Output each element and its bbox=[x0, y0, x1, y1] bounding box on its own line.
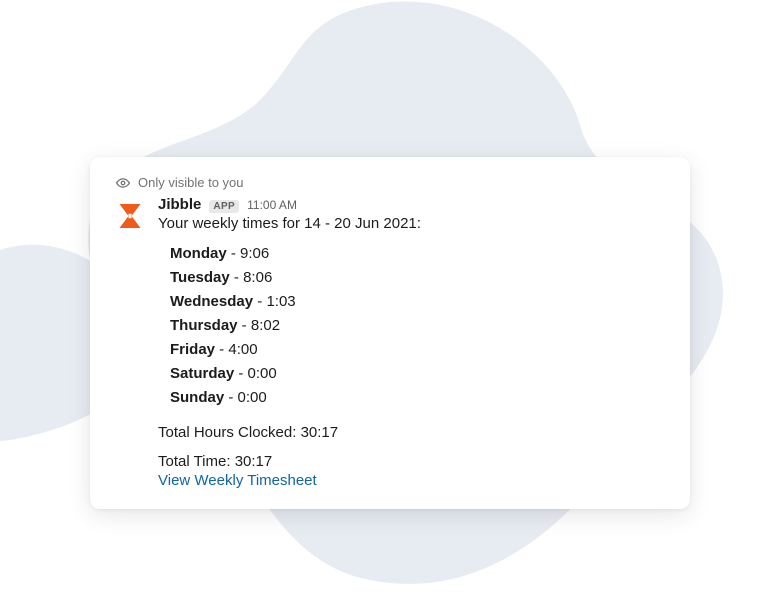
intro-text: Your weekly times for 14 - 20 Jun 2021: bbox=[158, 215, 668, 232]
jibble-logo-icon bbox=[115, 201, 145, 231]
app-avatar bbox=[112, 198, 148, 234]
visibility-notice: Only visible to you bbox=[112, 175, 668, 190]
message-header: Jibble APP 11:00 AM bbox=[158, 196, 668, 213]
total-hours-clocked: Total Hours Clocked: 30:17 bbox=[158, 424, 668, 441]
day-row: Saturday - 0:00 bbox=[170, 362, 668, 386]
app-name: Jibble bbox=[158, 196, 201, 213]
eye-icon bbox=[116, 176, 130, 190]
day-row: Thursday - 8:02 bbox=[170, 314, 668, 338]
total-time: Total Time: 30:17 bbox=[158, 453, 668, 470]
day-row: Sunday - 0:00 bbox=[170, 386, 668, 410]
visibility-text: Only visible to you bbox=[138, 175, 244, 190]
weekly-times-list: Monday - 9:06 Tuesday - 8:06 Wednesday -… bbox=[158, 242, 668, 410]
day-row: Monday - 9:06 bbox=[170, 242, 668, 266]
day-row: Friday - 4:00 bbox=[170, 338, 668, 362]
message-timestamp: 11:00 AM bbox=[247, 198, 297, 212]
day-row: Wednesday - 1:03 bbox=[170, 290, 668, 314]
slack-message-card: Only visible to you Jibble APP 11:00 AM … bbox=[90, 157, 690, 509]
app-badge: APP bbox=[209, 200, 239, 213]
view-weekly-timesheet-link[interactable]: View Weekly Timesheet bbox=[158, 472, 668, 489]
day-row: Tuesday - 8:06 bbox=[170, 266, 668, 290]
